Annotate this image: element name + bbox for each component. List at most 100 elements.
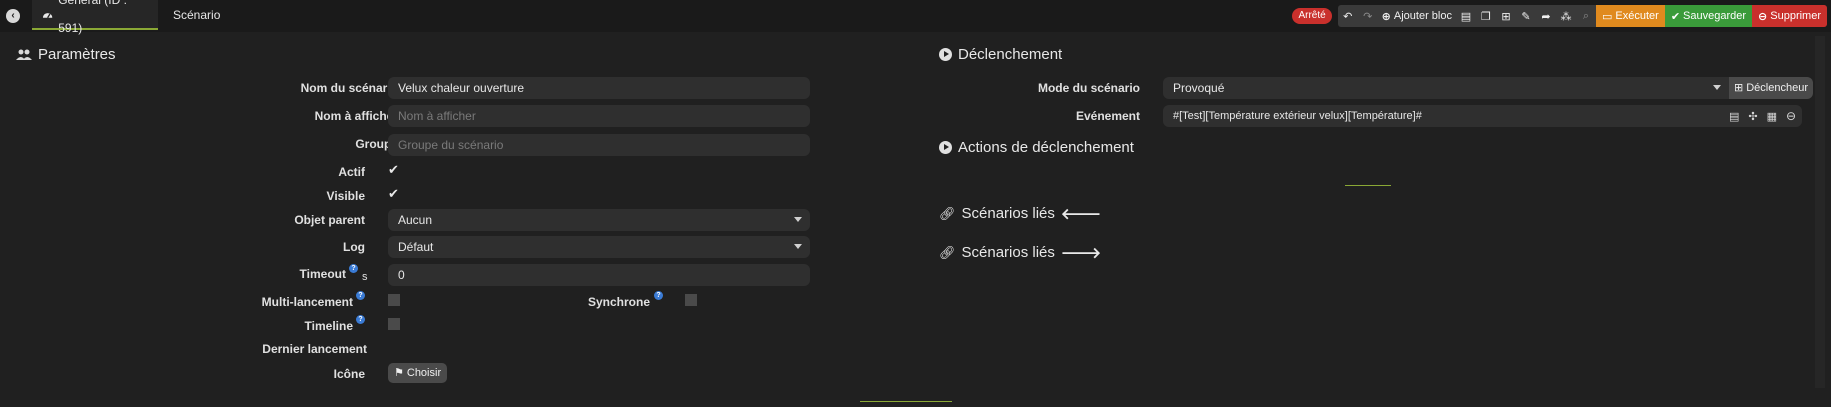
execute-button[interactable]: ▭ Exécuter [1595, 5, 1665, 27]
file-icon: ▤ [1460, 10, 1472, 23]
event-label: Evénement [1075, 109, 1140, 123]
add-trigger-button[interactable]: ⊞ Déclencheur [1729, 77, 1813, 99]
save-label: Sauvegarder [1683, 10, 1747, 22]
active-label: Actif [338, 165, 365, 179]
chevron-down-icon [794, 244, 802, 249]
mode-select[interactable]: Provoqué [1163, 77, 1729, 99]
add-trigger-label: Déclencheur [1746, 82, 1808, 94]
help-icon[interactable]: ? [349, 264, 358, 273]
dependencies-button[interactable]: ⁂ [1556, 5, 1576, 27]
log-value: Défaut [398, 240, 434, 254]
template-icon: ⊞ [1501, 10, 1511, 23]
help-icon[interactable]: ? [654, 291, 663, 300]
top-bar: ‹ Général (ID : 591) Scénario Arrêté ↶ ↷… [0, 0, 1831, 35]
display-name-input[interactable]: Nom à afficher [388, 105, 810, 127]
multi-launch-label: Multi-lancement [261, 295, 353, 309]
help-icon[interactable]: ? [356, 291, 365, 300]
scrollbar[interactable] [1815, 36, 1825, 388]
log-label: Log [343, 240, 365, 254]
link-icon: 🔗︎ [939, 244, 956, 260]
template-button[interactable]: ⊞ [1496, 5, 1516, 27]
params-title-label: Paramètres [38, 46, 116, 63]
timeout-input[interactable]: 0 [388, 264, 810, 286]
group-input[interactable]: Groupe du scénario [388, 134, 810, 156]
dashboard-icon [42, 13, 53, 19]
list-icon[interactable]: ▤ [1729, 110, 1739, 123]
bottom-divider [860, 401, 952, 402]
save-button[interactable]: ✔ Sauvegarder [1664, 5, 1753, 27]
tab-scenario-label: Scénario [173, 8, 221, 22]
timeline-label: Timeline [304, 319, 353, 333]
back-arrow-icon[interactable]: ‹ [6, 9, 20, 23]
tab-scenario[interactable]: Scénario [158, 0, 230, 30]
group-label: Groupe [355, 137, 398, 151]
search-button[interactable]: ⌕ [1576, 5, 1596, 27]
event-tools: ▤ ✣ ▦ ⊖ [1723, 105, 1803, 127]
scenario-name-input[interactable]: Velux chaleur ouverture [388, 77, 810, 99]
redo-icon: ↷ [1363, 10, 1373, 23]
timeout-unit: s [362, 271, 368, 283]
log-select[interactable]: Défaut [388, 236, 810, 258]
trigger-title-label: Déclenchement [958, 46, 1063, 63]
users-icon [16, 49, 32, 60]
share-icon: ➦ [1541, 10, 1551, 23]
event-input[interactable]: #[Test][Température extérieur velux][Tem… [1163, 105, 1723, 127]
linked-from-label: Scénarios liés [961, 205, 1055, 222]
mode-label: Mode du scénario [1037, 81, 1140, 95]
linked-scenarios-to: 🔗︎ Scénarios liés 🡒 [939, 243, 1101, 262]
chevron-down-icon [794, 217, 802, 222]
add-block-label: Ajouter bloc [1393, 10, 1452, 22]
copy-icon: ❐ [1481, 10, 1491, 23]
edit-icon: ✎ [1521, 10, 1531, 23]
check-circle-icon: ✔ [1670, 10, 1681, 23]
play-circle-icon [939, 48, 952, 61]
calculator-icon[interactable]: ▦ [1767, 110, 1777, 123]
toolbar: Arrêté ↶ ↷ ⊕ Ajouter bloc ▤ ❐ ⊞ ✎ ➦ ⁂ ⌕ … [1292, 5, 1827, 27]
delete-label: Supprimer [1770, 10, 1821, 22]
link-icon: 🔗︎ [939, 205, 956, 221]
trigger-actions-title[interactable]: Actions de déclenchement [939, 139, 1134, 156]
linked-to-label: Scénarios liés [961, 244, 1055, 261]
log-button[interactable]: ▤ [1456, 5, 1476, 27]
undo-button[interactable]: ↶ [1338, 5, 1358, 27]
parent-object-select[interactable]: Aucun [388, 209, 810, 231]
status-badge: Arrêté [1292, 8, 1332, 24]
minus-circle-icon[interactable]: ⊖ [1786, 109, 1796, 123]
edit-button[interactable]: ✎ [1516, 5, 1536, 27]
cubes-icon: ⁂ [1560, 10, 1572, 23]
sync-checkbox[interactable] [685, 294, 697, 306]
visible-checkbox[interactable]: ✔ [388, 186, 399, 202]
multi-launch-checkbox[interactable] [388, 294, 400, 306]
visible-label: Visible [326, 189, 365, 203]
actions-divider [1345, 185, 1391, 186]
minus-circle-icon: ⊖ [1758, 10, 1768, 23]
help-icon[interactable]: ? [356, 315, 365, 324]
chevron-down-icon [1713, 85, 1721, 90]
active-checkbox[interactable]: ✔ [388, 162, 399, 178]
tab-general-label: Général (ID : 591) [58, 0, 127, 35]
execute-label: Exécuter [1615, 10, 1659, 22]
add-block-button[interactable]: ⊕ Ajouter bloc [1378, 5, 1456, 27]
choose-icon-label: Choisir [406, 367, 442, 379]
delete-button[interactable]: ⊖ Supprimer [1752, 5, 1827, 27]
copy-button[interactable]: ❐ [1476, 5, 1496, 27]
parent-object-value: Aucun [398, 213, 433, 227]
scenario-name-label: Nom du scénario [300, 81, 398, 95]
tab-general[interactable]: Général (ID : 591) [32, 0, 158, 35]
last-launch-label: Dernier lancement [262, 342, 367, 356]
redo-button[interactable]: ↷ [1358, 5, 1378, 27]
export-button[interactable]: ➦ [1536, 5, 1556, 27]
undo-icon: ↶ [1343, 10, 1353, 23]
search-icon: ⌕ [1582, 9, 1590, 22]
trigger-actions-label: Actions de déclenchement [958, 139, 1134, 156]
timeline-checkbox[interactable] [388, 318, 400, 330]
timeout-label: Timeout [299, 267, 346, 281]
linked-scenarios-from: 🔗︎ Scénarios liés 🡐 [939, 204, 1101, 223]
plus-square-icon: ⊞ [1734, 82, 1744, 94]
choose-icon-button[interactable]: ⚑ Choisir [388, 363, 448, 383]
flag-icon: ⚑ [394, 367, 404, 379]
puzzle-icon[interactable]: ✣ [1748, 110, 1757, 123]
arrow-left-icon: 🡐 [1060, 206, 1102, 223]
mode-value: Provoqué [1173, 81, 1225, 95]
sync-label: Synchrone [587, 295, 650, 309]
